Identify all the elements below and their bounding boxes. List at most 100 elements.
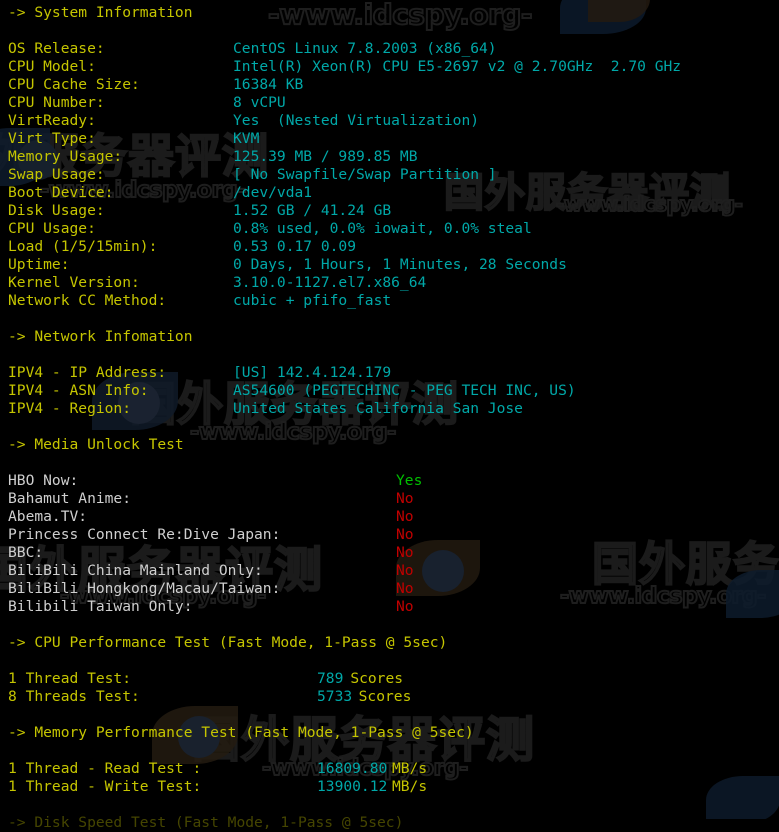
row-unit: MB/s — [391, 778, 428, 795]
section-header: -> Media Unlock Test — [8, 436, 184, 454]
section-header: -> Memory Performance Test (Fast Mode, 1… — [8, 724, 474, 742]
row-label: BBC: — [8, 544, 44, 561]
output-row: OS Release: CentOS Linux 7.8.2003 (x86_64… — [8, 40, 497, 58]
row-label: IPV4 - IP Address: — [8, 364, 167, 381]
row-label: BiliBili China Mainland Only: — [8, 562, 263, 579]
row-value: 789 — [317, 670, 344, 687]
output-row: CPU Model: Intel(R) Xeon(R) CPU E5-2697 v… — [8, 58, 681, 76]
row-label: CPU Usage: — [8, 220, 96, 237]
output-row: BBC: No — [8, 544, 414, 562]
row-label: Swap Usage: — [8, 166, 105, 183]
row-status: No — [396, 490, 414, 507]
output-row: IPV4 - IP Address: [US] 142.4.124.179 — [8, 364, 391, 382]
row-value: United States California San Jose — [233, 400, 523, 417]
row-label: HBO Now: — [8, 472, 79, 489]
row-status: No — [396, 562, 414, 579]
row-label: Disk Usage: — [8, 202, 105, 219]
row-label: 1 Thread Test: — [8, 670, 132, 687]
output-row: IPV4 - Region: United States California S… — [8, 400, 523, 418]
section-header-text: -> CPU Performance Test (Fast Mode, 1-Pa… — [8, 634, 448, 651]
section-header: -> System Information — [8, 4, 193, 22]
output-row: Load (1/5/15min): 0.53 0.17 0.09 — [8, 238, 356, 256]
row-value: 0.8% used, 0.0% iowait, 0.0% steal — [233, 220, 532, 237]
row-value: /dev/vda1 — [233, 184, 313, 201]
output-row: CPU Cache Size: 16384 KB — [8, 76, 303, 94]
output-row: 1 Thread Test: 789 Scores — [8, 670, 403, 688]
row-label: Bahamut Anime: — [8, 490, 132, 507]
output-row: Abema.TV: No — [8, 508, 414, 526]
output-row: 1 Thread - Read Test : 16809.80 MB/s — [8, 760, 427, 778]
row-label: 1 Thread - Write Test: — [8, 778, 202, 795]
terminal-output: -> System Information OS Release: CentOS L… — [0, 0, 779, 831]
output-row: Network CC Method: cubic + pfifo_fast — [8, 292, 391, 310]
row-unit: Scores — [350, 670, 404, 687]
row-value: KVM — [233, 130, 260, 147]
row-value: 13900.12 — [317, 778, 388, 795]
row-label: Princess Connect Re:Dive Japan: — [8, 526, 281, 543]
output-row: VirtReady: Yes (Nested Virtualization) — [8, 112, 479, 130]
row-value: 5733 — [317, 688, 353, 705]
row-unit: MB/s — [391, 760, 428, 777]
row-status: Yes — [396, 472, 423, 489]
row-value: Yes (Nested Virtualization) — [233, 112, 480, 129]
row-unit: Scores — [358, 688, 412, 705]
row-value: AS54600 (PEGTECHINC - PEG TECH INC, US) — [233, 382, 576, 399]
section-header-text: -> Memory Performance Test (Fast Mode, 1… — [8, 724, 474, 741]
row-status: No — [396, 598, 414, 615]
row-label: IPV4 - Region: — [8, 400, 132, 417]
output-row: Disk Usage: 1.52 GB / 41.24 GB — [8, 202, 391, 220]
row-value: [US] 142.4.124.179 — [233, 364, 392, 381]
output-row: Uptime: 0 Days, 1 Hours, 1 Minutes, 28 Se… — [8, 256, 567, 274]
section-header-text: -> System Information — [8, 4, 193, 21]
row-label: 1 Thread - Read Test : — [8, 760, 202, 777]
row-value: 8 vCPU — [233, 94, 286, 111]
row-status: No — [396, 544, 414, 561]
section-header: -> Network Infomation — [8, 328, 193, 346]
output-row: Swap Usage: [ No Swapfile/Swap Partition … — [8, 166, 497, 184]
row-label: BiliBili Hongkong/Macau/Taiwan: — [8, 580, 281, 597]
output-row: Bahamut Anime: No — [8, 490, 414, 508]
row-label: Boot Device: — [8, 184, 114, 201]
row-value: 16809.80 — [317, 760, 388, 777]
row-value: 0.53 0.17 0.09 — [233, 238, 357, 255]
row-value: 3.10.0-1127.el7.x86_64 — [233, 274, 427, 291]
row-label: Virt Type: — [8, 130, 96, 147]
row-label: CPU Number: — [8, 94, 105, 111]
row-label: CPU Cache Size: — [8, 76, 140, 93]
row-value: CentOS Linux 7.8.2003 (x86_64) — [233, 40, 497, 57]
output-row: HBO Now: Yes — [8, 472, 422, 490]
output-row: BiliBili Hongkong/Macau/Taiwan: No — [8, 580, 414, 598]
row-label: OS Release: — [8, 40, 105, 57]
row-value: 16384 KB — [233, 76, 304, 93]
row-label: Abema.TV: — [8, 508, 88, 525]
row-value: 125.39 MB / 989.85 MB — [233, 148, 418, 165]
section-header: -> CPU Performance Test (Fast Mode, 1-Pa… — [8, 634, 447, 652]
output-row: Kernel Version: 3.10.0-1127.el7.x86_64 — [8, 274, 426, 292]
output-row: Princess Connect Re:Dive Japan: No — [8, 526, 414, 544]
row-value: 0 Days, 1 Hours, 1 Minutes, 28 Seconds — [233, 256, 567, 273]
row-label: Uptime: — [8, 256, 70, 273]
row-label: CPU Model: — [8, 58, 96, 75]
output-row: Bilibili Taiwan Only: No — [8, 598, 414, 616]
row-label: 8 Threads Test: — [8, 688, 140, 705]
section-header: -> Disk Speed Test (Fast Mode, 1-Pass @ … — [8, 814, 403, 832]
section-header-text: -> Disk Speed Test (Fast Mode, 1-Pass @ … — [8, 814, 404, 831]
row-status: No — [396, 508, 414, 525]
output-row: Memory Usage: 125.39 MB / 989.85 MB — [8, 148, 418, 166]
row-value: 1.52 GB / 41.24 GB — [233, 202, 392, 219]
output-row: Boot Device: /dev/vda1 — [8, 184, 312, 202]
row-label: Network CC Method: — [8, 292, 167, 309]
row-status: No — [396, 526, 414, 543]
row-label: Bilibili Taiwan Only: — [8, 598, 193, 615]
row-label: Kernel Version: — [8, 274, 140, 291]
output-row: CPU Usage: 0.8% used, 0.0% iowait, 0.0% s… — [8, 220, 532, 238]
output-row: 8 Threads Test: 5733 Scores — [8, 688, 411, 706]
output-row: CPU Number: 8 vCPU — [8, 94, 286, 112]
row-label: Load (1/5/15min): — [8, 238, 158, 255]
section-header-text: -> Network Infomation — [8, 328, 193, 345]
output-row: IPV4 - ASN Info: AS54600 (PEGTECHINC - PE… — [8, 382, 576, 400]
output-row: 1 Thread - Write Test: 13900.12 MB/s — [8, 778, 427, 796]
output-row: Virt Type: KVM — [8, 130, 259, 148]
row-value: Intel(R) Xeon(R) CPU E5-2697 v2 @ 2.70GH… — [233, 58, 682, 75]
row-label: VirtReady: — [8, 112, 96, 129]
